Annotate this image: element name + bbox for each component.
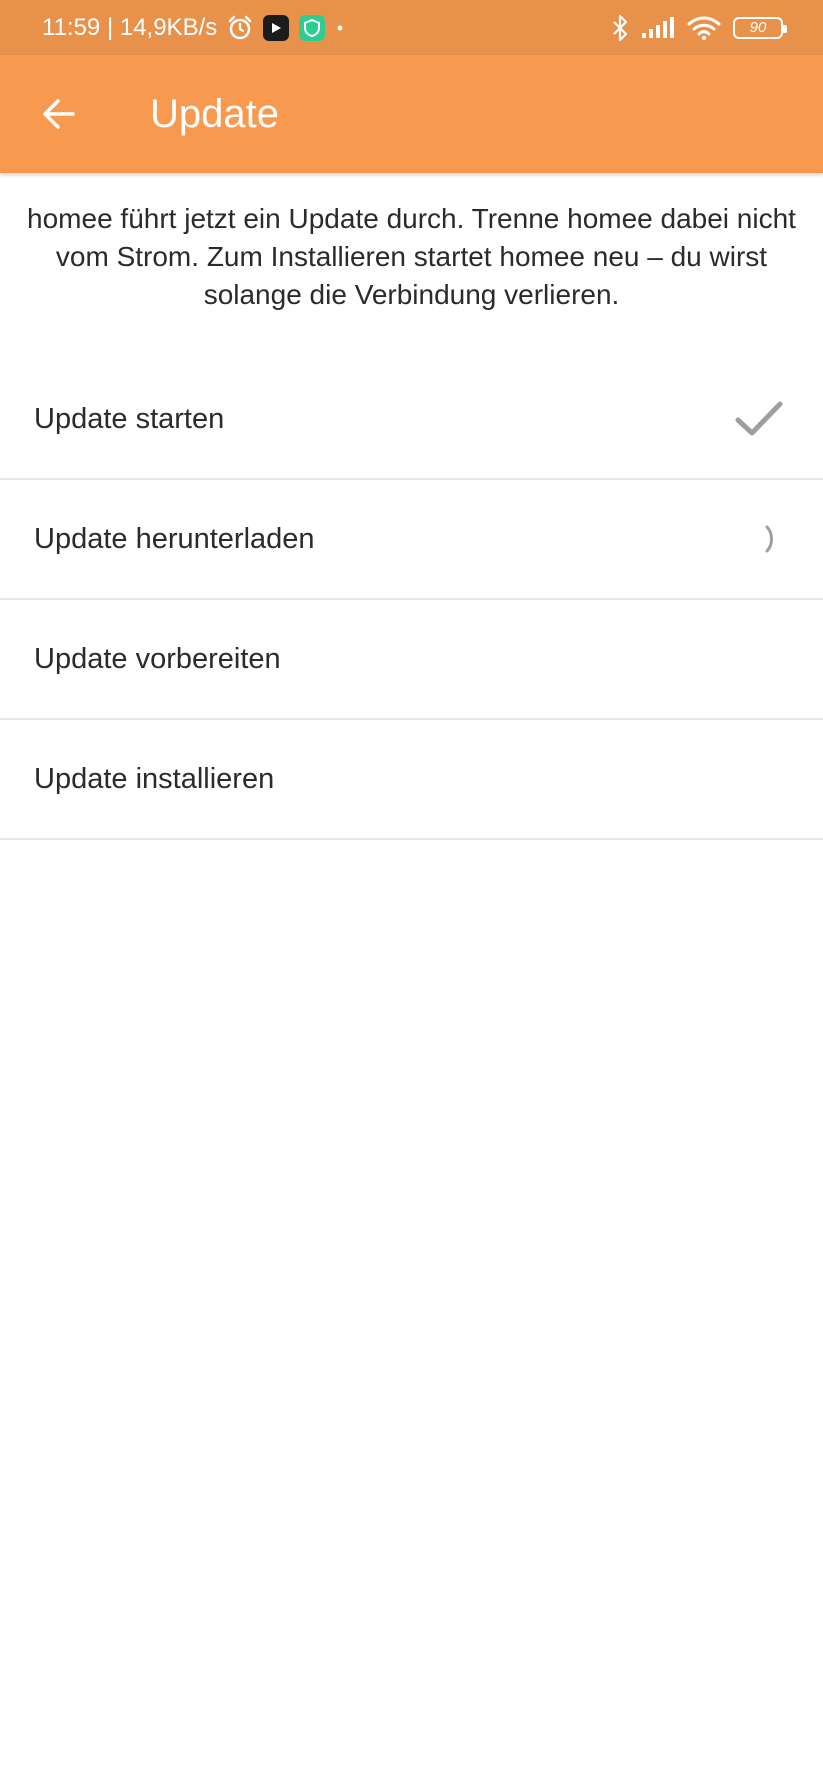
step-status-empty xyxy=(729,629,789,689)
status-bar: 11:59 | 14,9KB/s 90 xyxy=(0,0,823,55)
status-time-speed: 11:59 | 14,9KB/s xyxy=(42,13,218,41)
shield-app-icon xyxy=(299,14,326,41)
alarm-icon xyxy=(227,15,253,41)
step-update-herunterladen: Update herunterladen xyxy=(0,480,823,600)
step-status-empty xyxy=(729,749,789,809)
page-title: Update xyxy=(150,91,279,136)
app-bar: Update xyxy=(0,55,823,173)
battery-icon: 90 xyxy=(733,16,787,39)
wifi-icon xyxy=(687,15,721,41)
step-update-installieren: Update installieren xyxy=(0,720,823,840)
update-steps-list: Update starten Update herunterladen Upda… xyxy=(0,360,823,840)
arrow-left-icon xyxy=(43,99,75,129)
battery-level: 90 xyxy=(749,19,767,36)
step-label: Update starten xyxy=(34,402,225,435)
bluetooth-icon xyxy=(611,14,629,42)
dot-icon xyxy=(335,23,345,33)
loading-spinner-icon xyxy=(729,509,789,569)
intro-text: homee führt jetzt ein Update durch. Tren… xyxy=(27,203,796,310)
step-label: Update vorbereiten xyxy=(34,642,281,675)
play-app-icon xyxy=(263,14,290,41)
step-update-vorbereiten: Update vorbereiten xyxy=(0,600,823,720)
signal-icon xyxy=(641,16,675,39)
step-label: Update herunterladen xyxy=(34,522,315,555)
step-label: Update installieren xyxy=(34,762,275,795)
check-icon xyxy=(729,389,789,449)
back-button[interactable] xyxy=(24,79,94,149)
step-update-starten: Update starten xyxy=(0,360,823,480)
